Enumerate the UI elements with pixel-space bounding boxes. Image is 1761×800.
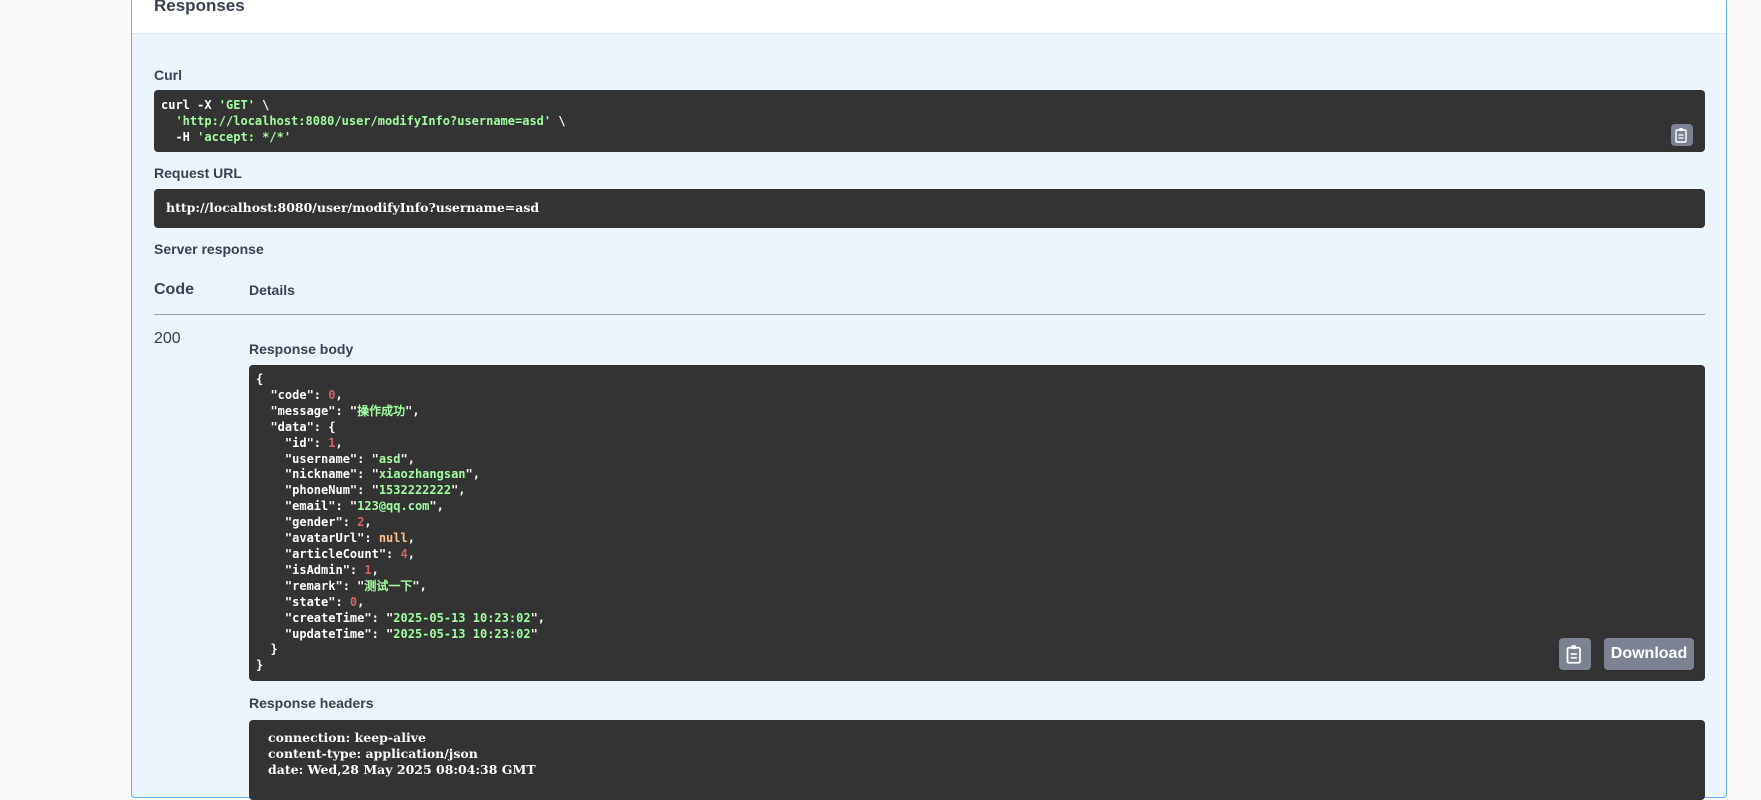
responses-section: Responses Curl curl -X 'GET' \ 'http://l… <box>131 0 1727 800</box>
body-avatarurl: null <box>378 531 408 546</box>
copy-curl-button[interactable] <box>1671 124 1693 146</box>
table-header-divider <box>154 314 1705 315</box>
column-header-code: Code <box>154 281 194 298</box>
column-header-details: Details <box>249 282 295 298</box>
curl-cmd: curl -X <box>161 98 219 112</box>
body-gender: 2 <box>357 515 365 530</box>
request-url-box[interactable]: http://localhost:8080/user/modifyInfo?us… <box>154 189 1705 228</box>
responses-title: Responses <box>154 0 245 15</box>
response-body-label: Response body <box>249 341 354 357</box>
response-headers-label: Response headers <box>249 695 374 711</box>
body-id: 1 <box>328 435 336 450</box>
curl-line2-tail: \ <box>551 113 566 128</box>
download-button[interactable]: Download <box>1604 638 1694 670</box>
curl-command-box[interactable]: curl -X 'GET' \ 'http://localhost:8080/u… <box>154 90 1705 152</box>
response-body-box[interactable]: { "code": 0, "message": "操作成功", "data": … <box>249 365 1705 681</box>
body-username: asd <box>378 451 401 466</box>
request-url-label: Request URL <box>154 165 242 181</box>
body-phonenum: 1532222222 <box>378 483 452 498</box>
header-line: content-type: application/json <box>268 745 478 761</box>
body-remark: 测试一下 <box>364 578 413 593</box>
body-email: 123@qq.com <box>357 499 430 514</box>
curl-flag: -H <box>161 129 198 144</box>
body-nickname: xiaozhangsan <box>378 467 466 482</box>
request-url-value: http://localhost:8080/user/modifyInfo?us… <box>166 200 540 215</box>
server-response-label: Server response <box>154 241 264 257</box>
body-code: 0 <box>328 387 336 402</box>
response-code: 200 <box>154 330 181 347</box>
body-createtime: 2025-05-13 10:23:02 <box>393 610 531 625</box>
clipboard-icon <box>1566 645 1581 664</box>
curl-accept-header: 'accept: */*' <box>197 129 292 144</box>
body-updatetime: 2025-05-13 10:23:02 <box>393 626 531 641</box>
clipboard-icon <box>1675 128 1687 143</box>
body-isadmin: 1 <box>364 562 372 577</box>
curl-label: Curl <box>154 67 182 83</box>
responses-header: Responses <box>132 0 1726 34</box>
curl-url: 'http://localhost:8080/user/modifyInfo?u… <box>175 113 552 128</box>
copy-response-body-button[interactable] <box>1559 638 1591 670</box>
curl-line1-tail: \ <box>254 98 270 112</box>
body-message: 操作成功 <box>357 403 406 418</box>
response-headers-box[interactable]: connection: keep-alive content-type: app… <box>249 720 1705 800</box>
body-articlecount: 4 <box>400 546 408 561</box>
header-line: connection: keep-alive <box>268 730 426 745</box>
body-state: 0 <box>349 594 358 609</box>
header-line: date: Wed,28 May 2025 08:04:38 GMT <box>268 761 536 777</box>
curl-method: 'GET' <box>218 98 255 112</box>
